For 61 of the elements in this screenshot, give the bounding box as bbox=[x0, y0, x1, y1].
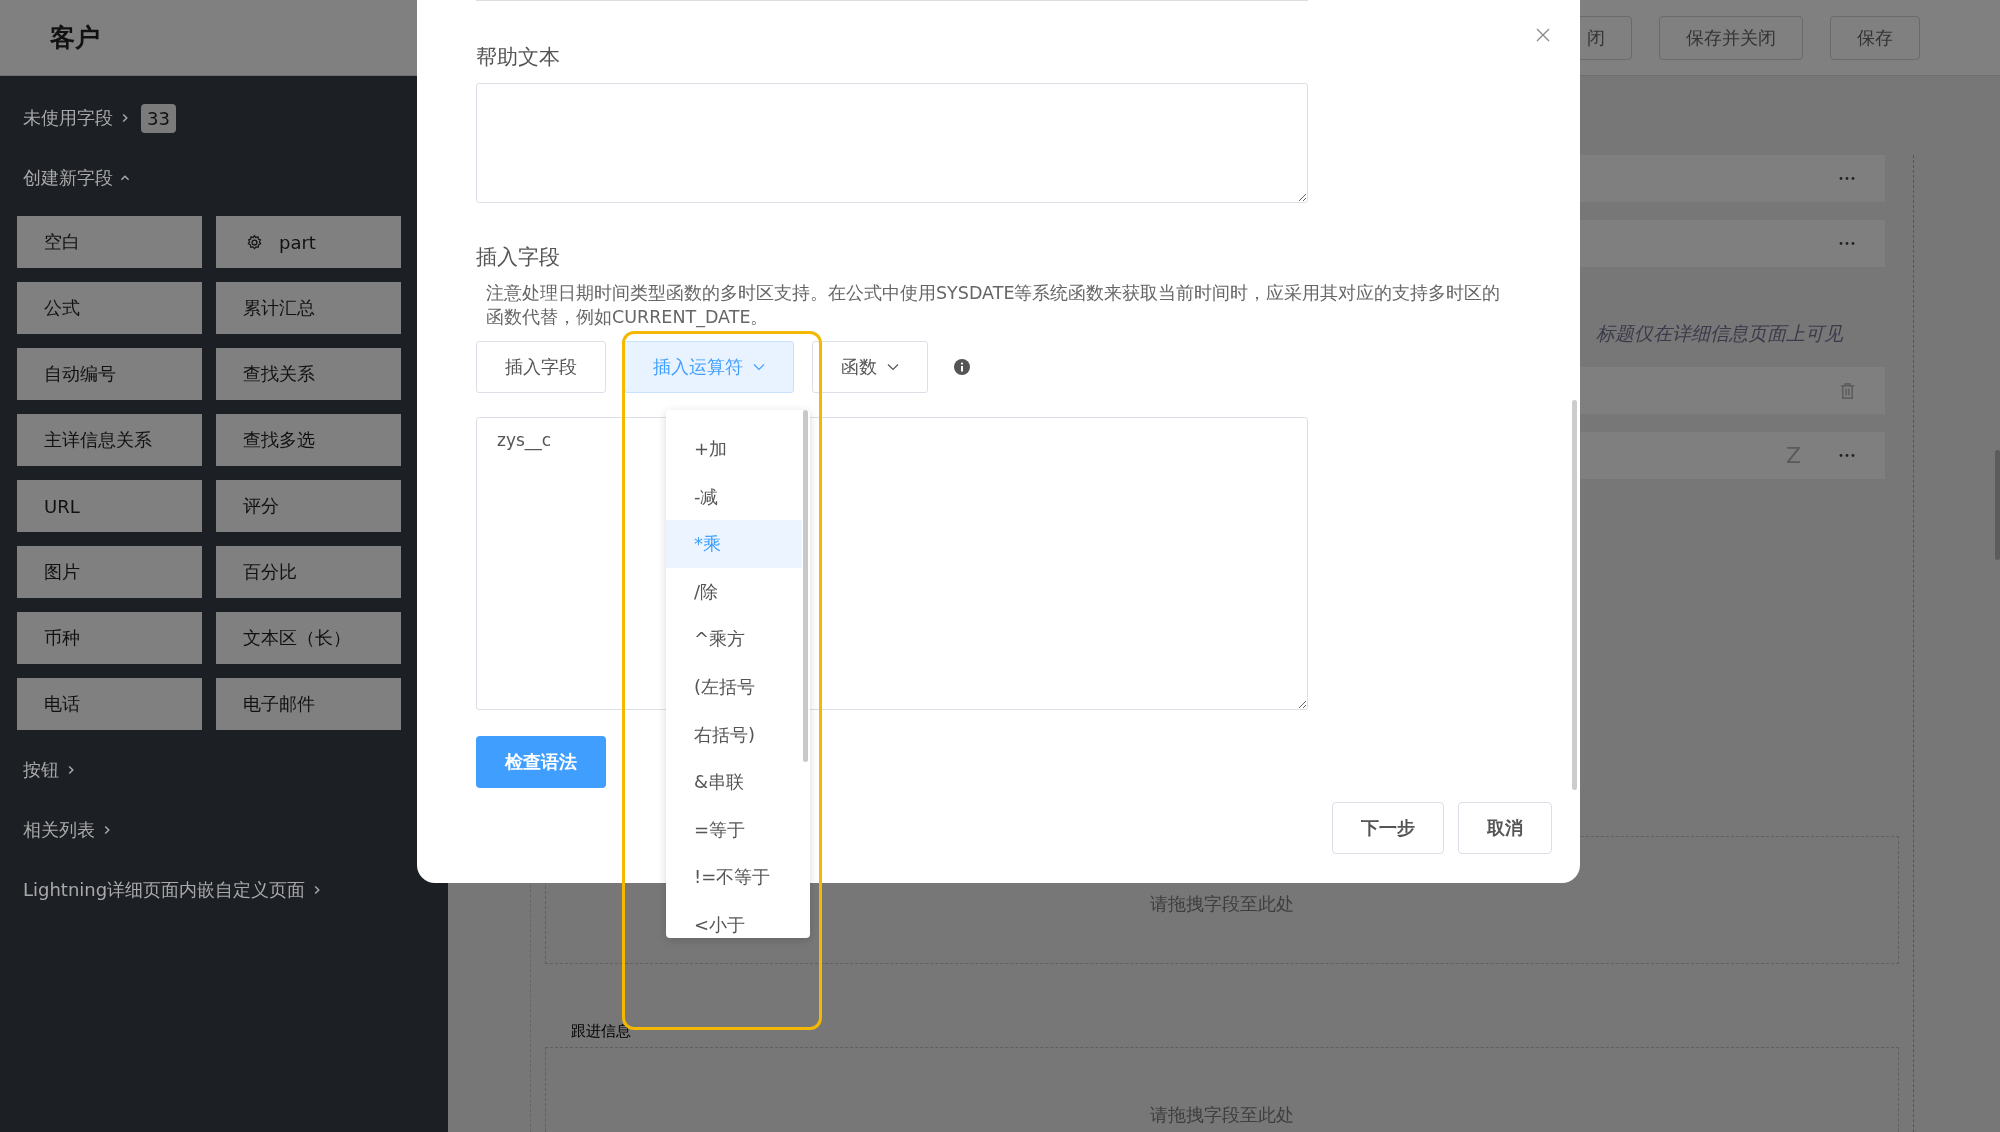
field-type-button[interactable]: 图片 bbox=[17, 546, 202, 598]
menu-item[interactable]: &串联 bbox=[666, 758, 802, 806]
field-type-button[interactable]: 自动编号 bbox=[17, 348, 202, 400]
field-type-button[interactable]: 主详信息关系 bbox=[17, 414, 202, 466]
field-type-button[interactable]: 空白 bbox=[17, 216, 202, 268]
toolbar-button[interactable]: 插入字段 bbox=[476, 341, 606, 393]
trash-icon[interactable] bbox=[1840, 381, 1855, 400]
menu-item[interactable]: *乘 bbox=[666, 520, 802, 568]
more-icon[interactable] bbox=[1839, 453, 1855, 458]
chevron-icon bbox=[887, 363, 899, 371]
hint-text: 标题仅在详细信息页面上可见 bbox=[1596, 321, 1845, 346]
field-label: 插入字段 bbox=[476, 244, 561, 271]
scrollbar[interactable] bbox=[1995, 450, 2000, 560]
close-icon[interactable] bbox=[1536, 28, 1550, 42]
drop-hint: 请拖拽字段至此处 bbox=[1150, 892, 1294, 916]
note-text: 注意处理日期时间类型函数的多时区支持。在公式中使用SYSDATE等系统函数来获取当前时间时，应采用其对应的支持多时区的函数代替，例如CURRENT_DATE。 bbox=[486, 282, 1502, 329]
field-type-button[interactable]: 查找多选 bbox=[216, 414, 401, 466]
count-badge: 33 bbox=[141, 103, 176, 133]
unused-fields-link[interactable]: 未使用字段 bbox=[23, 106, 113, 130]
more-icon[interactable] bbox=[1839, 176, 1855, 181]
menu-item[interactable]: /除 bbox=[666, 567, 802, 616]
scrollbar[interactable] bbox=[803, 410, 808, 762]
chevron-icon bbox=[753, 363, 765, 371]
field-type-button[interactable]: 电话 bbox=[17, 678, 202, 730]
menu-item[interactable]: !=不等于 bbox=[666, 853, 802, 901]
menu-item[interactable]: <小于 bbox=[666, 900, 802, 938]
header-button[interactable]: 保存并关闭 bbox=[1659, 15, 1803, 60]
field-type-button[interactable]: 公式 bbox=[17, 282, 202, 334]
field-type-button[interactable]: 累计汇总 bbox=[216, 282, 401, 334]
field-type-button[interactable]: 文本区（长） bbox=[216, 612, 401, 664]
sidebar-section-link[interactable]: 按钮 bbox=[23, 758, 59, 782]
footer-button[interactable]: 取消 bbox=[1458, 802, 1552, 854]
field-type-button[interactable]: 电子邮件 bbox=[216, 678, 401, 730]
create-field-link[interactable]: 创建新字段 bbox=[23, 166, 113, 190]
sidebar-section-link[interactable]: Lightning详细页面内嵌自定义页面 bbox=[23, 878, 306, 902]
field-label: 帮助文本 bbox=[476, 44, 561, 71]
header-button[interactable]: 保存 bbox=[1830, 15, 1920, 60]
menu-item[interactable]: +加 bbox=[666, 425, 802, 473]
field-type-button[interactable]: 查找关系 bbox=[216, 348, 401, 400]
menu-item[interactable]: (左括号 bbox=[666, 662, 802, 711]
more-icon[interactable] bbox=[1839, 241, 1855, 246]
sidebar-section-link[interactable]: 相关列表 bbox=[23, 818, 95, 842]
field-type-button[interactable]: 百分比 bbox=[216, 546, 401, 598]
info-icon[interactable] bbox=[954, 359, 970, 375]
menu-item[interactable]: 右括号) bbox=[666, 710, 802, 759]
check-syntax-button[interactable]: 检查语法 bbox=[476, 736, 606, 788]
menu-item[interactable]: -减 bbox=[666, 472, 802, 521]
toolbar-button[interactable]: 插入运算符 bbox=[624, 341, 794, 393]
menu-item[interactable]: ^乘方 bbox=[666, 615, 802, 663]
help-text-field[interactable] bbox=[476, 83, 1308, 203]
gear-icon bbox=[246, 233, 263, 251]
footer-button[interactable]: 下一步 bbox=[1332, 802, 1444, 854]
page-title: 客户 bbox=[50, 22, 100, 54]
toolbar-button[interactable]: 函数 bbox=[812, 341, 928, 393]
field-type-button[interactable]: 评分 bbox=[216, 480, 401, 532]
field-type-button[interactable]: part bbox=[216, 216, 401, 268]
field-type-button[interactable]: 币种 bbox=[17, 612, 202, 664]
field-type-button[interactable]: URL bbox=[17, 480, 202, 532]
drop-hint: 请拖拽字段至此处 bbox=[1150, 1103, 1294, 1127]
menu-item[interactable]: =等于 bbox=[666, 805, 802, 854]
scrollbar[interactable] bbox=[1572, 400, 1577, 790]
